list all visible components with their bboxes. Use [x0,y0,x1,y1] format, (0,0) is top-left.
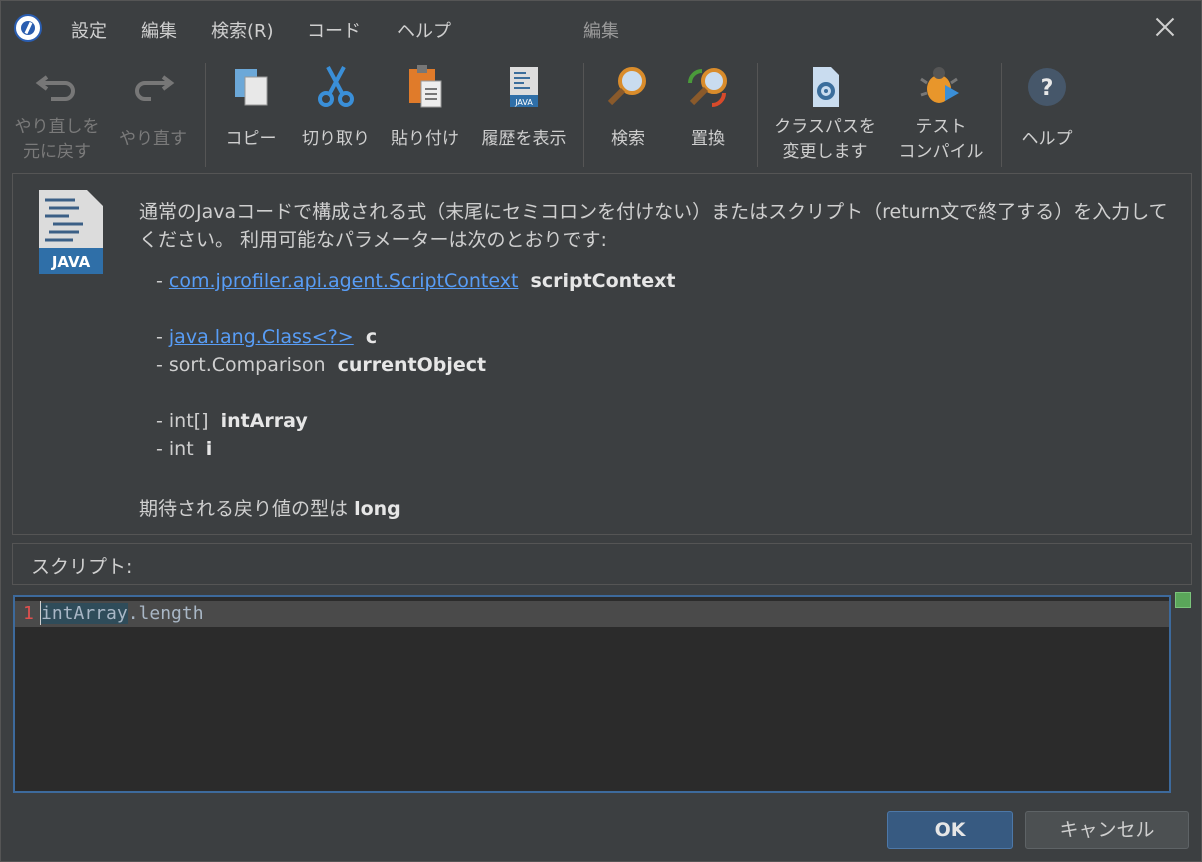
toolbar-separator [757,63,758,167]
cut-button[interactable]: 切り取り [297,57,375,169]
param-type-link[interactable]: java.lang.Class<?> [169,326,354,348]
close-icon[interactable] [1153,15,1177,39]
magnifier-icon [607,67,646,106]
copy-label: コピー [225,129,277,149]
menu-edit[interactable]: 編集 [141,17,177,43]
menu-settings[interactable]: 設定 [71,17,107,43]
svg-text:JAVA: JAVA [514,98,533,107]
code-token-highlighted: intArray [41,603,128,624]
menu-search[interactable]: 検索(R) [211,17,274,43]
return-type: long [354,498,401,520]
param-type: int[] [168,410,209,432]
return-prefix: 期待される戻り値の型は [139,498,349,520]
param-name: c [365,326,378,348]
help-label: ヘルプ [1021,129,1073,149]
line-number: 1 [23,603,34,624]
cut-label: 切り取り [302,129,370,149]
java-icon-label: JAVA [51,253,91,271]
help-button[interactable]: ? ヘルプ [1009,57,1085,169]
param-line: - int i [156,438,213,460]
window-title: 編集 [583,21,619,42]
undo-icon [35,75,75,101]
description-panel: JAVA 通常のJavaコードで構成される式（末尾にセミコロンを付けない）または… [12,173,1192,535]
param-type-link[interactable]: com.jprofiler.api.agent.ScriptContext [169,270,519,292]
find-label: 検索 [611,129,645,149]
title-bar: 設定 編集 検索(R) コード ヘルプ 編集 [1,1,1201,53]
code-token: .length [127,603,204,624]
redo-icon [135,75,175,101]
param-type: sort.Comparison [168,354,326,376]
status-ok-marker [1175,592,1191,608]
find-button[interactable]: 検索 [593,57,663,169]
toolbar-separator [205,63,206,167]
script-label-box: スクリプト: [12,543,1192,585]
script-label: スクリプト: [31,556,133,578]
param-name: currentObject [337,354,487,376]
svg-text:?: ? [1041,76,1054,101]
history-label: 履歴を表示 [481,129,567,149]
param-line: - int[] intArray [156,410,308,432]
bug-icon [920,67,959,103]
toolbar-separator [1001,63,1002,167]
copy-button[interactable]: コピー [215,57,287,169]
edit-dialog: 設定 編集 検索(R) コード ヘルプ 編集 やり直しを 元に戻す やり直す コ… [0,0,1202,862]
gear-file-icon [813,67,839,107]
ok-button[interactable]: OK [887,811,1013,849]
param-line: - com.jprofiler.api.agent.ScriptContext … [156,270,676,292]
scissors-icon [318,66,354,107]
test-compile-button[interactable]: テスト コンパイル [889,57,993,169]
return-type-line: 期待される戻り値の型は long [139,494,401,521]
toolbar: やり直しを 元に戻す やり直す コピー 切り取り 貼り付け JAVA 履歴を表示… [1,57,1201,169]
undo-label: やり直しを 元に戻す [14,117,100,162]
test-compile-label: テスト コンパイル [898,117,984,162]
param-name: i [205,438,213,460]
code-line: intArray.length [41,603,204,624]
menu-code[interactable]: コード [307,17,361,43]
toolbar-separator [583,63,584,167]
cancel-button[interactable]: キャンセル [1025,811,1189,849]
help-icon: ? [1028,68,1066,106]
param-line: - sort.Comparison currentObject [156,354,487,376]
java-file-icon: JAVA [510,67,538,107]
replace-icon [688,68,727,107]
java-file-icon: JAVA [39,190,103,274]
param-type: int [168,438,194,460]
param-name: scriptContext [530,270,676,292]
app-logo-icon [14,14,42,42]
change-classpath-button[interactable]: クラスパスを 変更します [765,57,885,169]
redo-label: やり直す [119,129,187,149]
replace-label: 置換 [691,129,725,149]
param-name: intArray [220,410,308,432]
history-button[interactable]: JAVA 履歴を表示 [475,57,573,169]
menu-help[interactable]: ヘルプ [397,17,451,43]
copy-icon [235,69,268,106]
param-line: - java.lang.Class<?> c [156,326,378,348]
paste-button[interactable]: 貼り付け [385,57,465,169]
script-editor[interactable]: 1 intArray.length [13,595,1171,793]
redo-button[interactable]: やり直す [111,57,195,169]
change-classpath-label: クラスパスを 変更します [774,117,876,162]
paste-icon [409,65,442,108]
undo-button[interactable]: やり直しを 元に戻す [5,57,109,169]
paste-label: 貼り付け [391,129,459,149]
description-intro: 通常のJavaコードで構成される式（末尾にセミコロンを付けない）またはスクリプト… [139,201,1168,251]
replace-button[interactable]: 置換 [673,57,743,169]
text-caret [40,601,41,625]
